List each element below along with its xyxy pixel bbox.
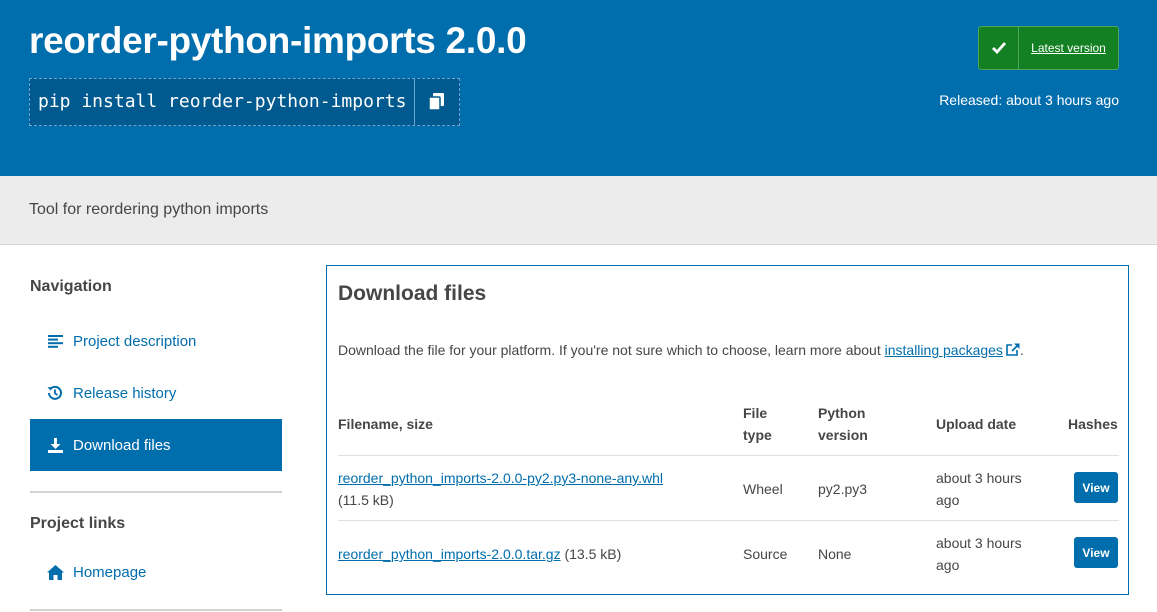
python-version: None <box>818 546 852 562</box>
table-row-1-filename: reorder_python_imports-2.0.0-py2.py3-non… <box>338 467 663 511</box>
file-link[interactable]: reorder_python_imports-2.0.0-py2.py3-non… <box>338 470 663 486</box>
col-hashes: Hashes <box>1068 416 1118 432</box>
copy-pip-command-button[interactable] <box>414 79 459 125</box>
history-icon <box>46 384 64 402</box>
external-link-icon <box>1006 343 1020 356</box>
file-type: Source <box>743 546 788 562</box>
sidebar-divider <box>30 609 282 611</box>
nav-item-download-files[interactable]: Download files <box>30 419 282 471</box>
package-title: reorder-python-imports 2.0.0 <box>29 20 527 61</box>
link-label: Homepage <box>73 563 147 581</box>
file-type: Wheel <box>743 481 783 497</box>
nav-item-label: Download files <box>73 436 171 454</box>
col-python-version: Python version <box>818 405 868 443</box>
sidebar-divider <box>30 491 282 493</box>
download-description: Download the file for your platform. If … <box>338 342 1024 358</box>
file-size: (13.5 kB) <box>564 546 622 562</box>
nav-item-label: Release history <box>73 384 177 402</box>
navigation-heading: Navigation <box>30 278 112 295</box>
installing-packages-link[interactable]: installing packages <box>885 342 1003 358</box>
package-header: reorder-python-imports 2.0.0 pip install… <box>0 0 1157 176</box>
latest-version-label[interactable]: Latest version <box>1019 27 1118 69</box>
view-hashes-button[interactable]: View <box>1074 472 1118 503</box>
file-link[interactable]: reorder_python_imports-2.0.0.tar.gz <box>338 546 561 562</box>
nav-item-label: Project description <box>73 332 197 350</box>
release-date: Released: about 3 hours ago <box>939 92 1119 108</box>
project-links-heading: Project links <box>30 515 126 532</box>
pip-command[interactable]: pip install reorder-python-imports <box>30 79 414 125</box>
pip-command-box: pip install reorder-python-imports <box>29 78 461 126</box>
table-divider <box>338 520 1119 521</box>
table-row-2-filename: reorder_python_imports-2.0.0.tar.gz (13.… <box>338 543 621 565</box>
upload-date: about 3 hours ago <box>936 535 1022 573</box>
nav-item-project-description[interactable]: Project description <box>30 315 282 367</box>
python-version: py2.py3 <box>818 481 868 497</box>
align-left-icon <box>46 332 64 350</box>
view-hashes-button[interactable]: View <box>1074 537 1118 568</box>
check-icon <box>979 27 1019 69</box>
file-size: (11.5 kB) <box>338 492 394 508</box>
upload-date: about 3 hours ago <box>936 470 1022 508</box>
link-homepage[interactable]: Homepage <box>30 546 282 598</box>
package-summary-bar: Tool for reordering python imports <box>0 176 1157 245</box>
col-filename: Filename, size <box>338 416 433 432</box>
package-summary: Tool for reordering python imports <box>29 201 269 218</box>
nav-item-release-history[interactable]: Release history <box>30 367 282 419</box>
latest-version-badge[interactable]: Latest version <box>978 26 1119 70</box>
download-icon <box>46 436 64 454</box>
copy-icon <box>429 93 445 111</box>
download-files-title: Download files <box>338 282 487 305</box>
col-upload-date: Upload date <box>936 416 1017 432</box>
home-icon <box>46 563 64 581</box>
table-divider <box>338 455 1119 456</box>
download-files-panel: Download files Download the file for you… <box>326 265 1129 595</box>
col-file-type: File type <box>743 405 772 443</box>
